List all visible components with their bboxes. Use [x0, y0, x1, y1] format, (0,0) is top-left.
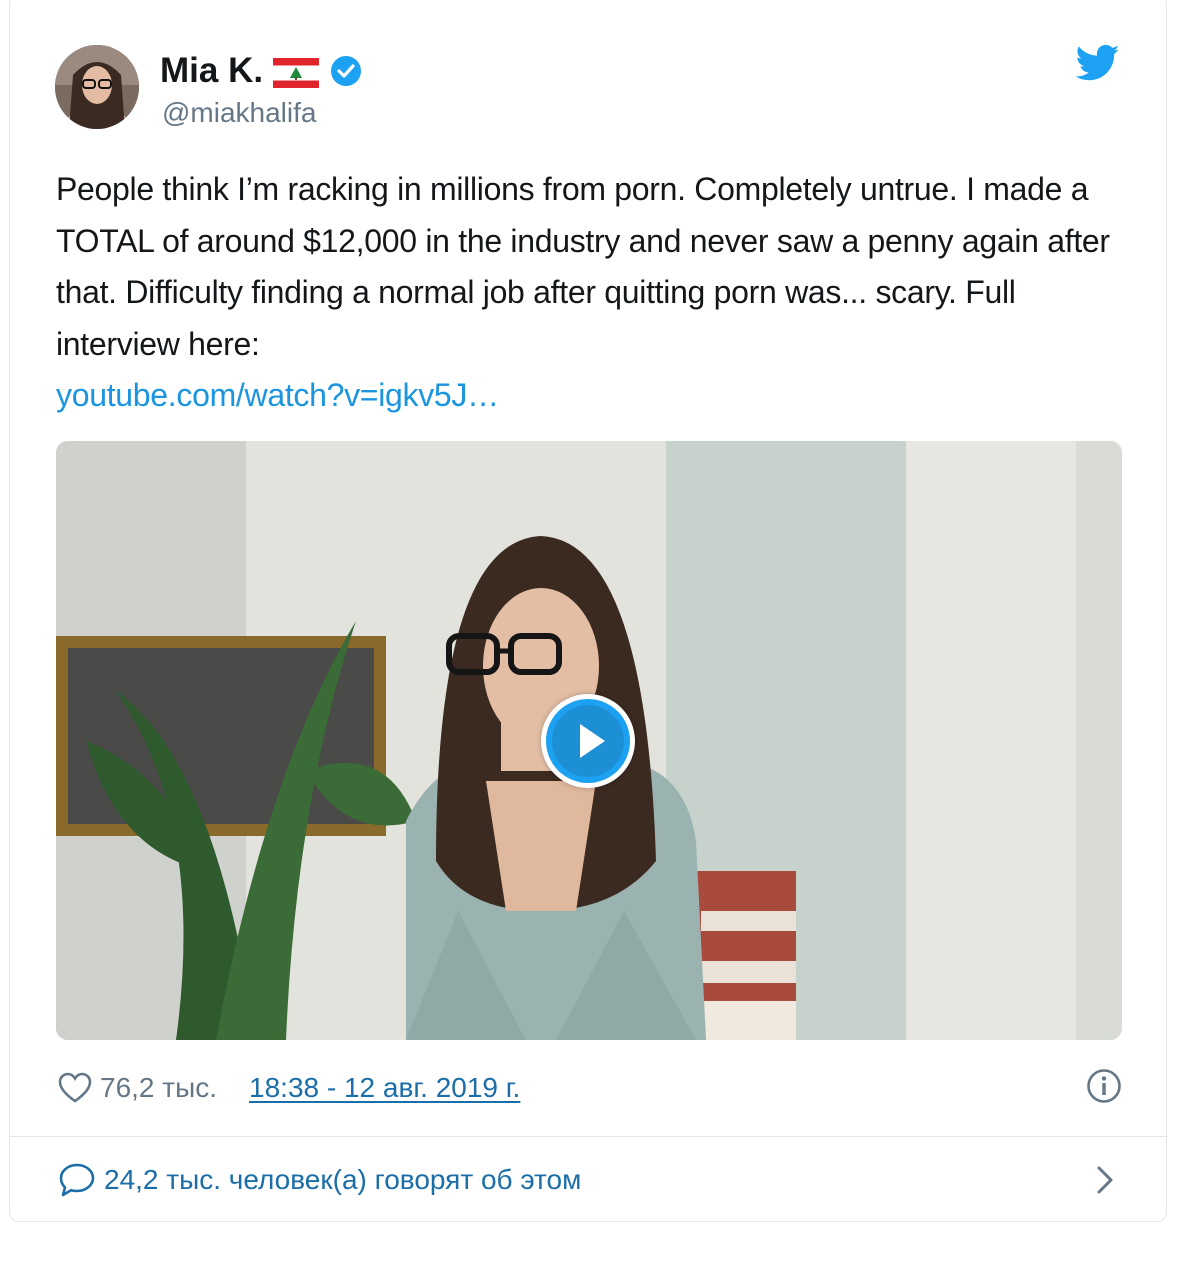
info-icon[interactable]	[1086, 1068, 1122, 1104]
twitter-bird-icon[interactable]	[1075, 44, 1120, 82]
tweet-text: People think I’m racking in millions fro…	[56, 171, 1110, 362]
tweet-timestamp[interactable]: 18:38 - 12 авг. 2019 г.	[249, 1072, 520, 1104]
play-button[interactable]	[541, 694, 635, 788]
lebanon-flag-icon	[273, 56, 320, 88]
conversation-row[interactable]: 24,2 тыс. человек(а) говорят об этом	[58, 1158, 1122, 1202]
tweet-meta-row: 76,2 тыс. 18:38 - 12 авг. 2019 г.	[58, 1066, 1122, 1110]
author-avatar[interactable]	[55, 45, 139, 129]
verified-badge-icon	[329, 54, 363, 88]
tweet-body: People think I’m racking in millions fro…	[56, 164, 1126, 422]
author-handle[interactable]: @miakhalifa	[162, 96, 316, 130]
speech-bubble-icon	[58, 1162, 96, 1198]
author-name-row: Mia K.	[160, 50, 363, 92]
heart-icon[interactable]	[58, 1072, 92, 1104]
author-name[interactable]: Mia K.	[160, 50, 263, 92]
chevron-right-icon[interactable]	[1094, 1164, 1116, 1196]
conversation-text[interactable]: 24,2 тыс. человек(а) говорят об этом	[104, 1164, 581, 1196]
divider	[9, 1136, 1167, 1137]
like-count[interactable]: 76,2 тыс.	[100, 1072, 217, 1104]
tweet-link[interactable]: youtube.com/watch?v=igkv5J…	[56, 370, 1126, 422]
